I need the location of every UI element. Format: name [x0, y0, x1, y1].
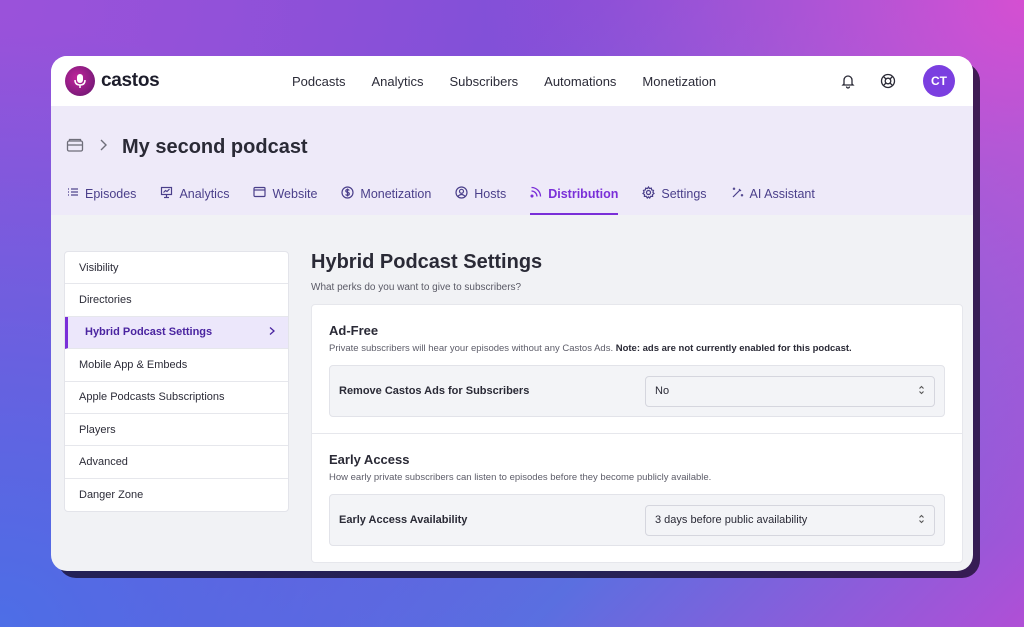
sidebar-item-label: Hybrid Podcast Settings: [85, 326, 213, 339]
list-icon: [67, 186, 79, 201]
early-access-select[interactable]: 3 days before public availability: [645, 504, 935, 536]
remove-ads-label: Remove Castos Ads for Subscribers: [339, 385, 530, 397]
tab-label: Hosts: [474, 186, 507, 201]
nav-subscribers[interactable]: Subscribers: [450, 74, 519, 89]
sidebar-item-players[interactable]: Players: [65, 414, 288, 447]
sidebar-item-directories[interactable]: Directories: [65, 284, 288, 317]
dollar-icon: [341, 185, 355, 202]
page-title: My second podcast: [122, 136, 308, 158]
brand-name: castos: [101, 70, 160, 91]
select-arrows-icon: [918, 514, 925, 527]
main-panel: Hybrid Podcast Settings What perks do yo…: [311, 251, 963, 563]
tab-label: Monetization: [360, 186, 432, 201]
ad-free-note: Note: ads are not currently enabled for …: [615, 343, 852, 354]
sidebar-item-hybrid-podcast-settings[interactable]: Hybrid Podcast Settings: [65, 316, 288, 350]
early-access-label: Early Access Availability: [339, 514, 468, 526]
settings-sidebar: Visibility Directories Hybrid Podcast Se…: [64, 251, 289, 513]
remove-ads-select-value: No: [655, 385, 670, 397]
tab-label: Analytics: [179, 186, 230, 201]
main-nav: Podcasts Analytics Subscribers Automatio…: [292, 56, 742, 106]
ad-free-section: Ad-Free Private subscribers will hear yo…: [312, 305, 962, 434]
breadcrumb: My second podcast: [66, 136, 308, 159]
early-access-section: Early Access How early private subscribe…: [312, 434, 962, 562]
chevron-right-icon: [98, 138, 108, 157]
early-access-title: Early Access: [329, 452, 410, 467]
nav-actions: CT: [837, 65, 955, 97]
tab-label: Website: [272, 186, 318, 201]
podcast-tabs: Episodes Analytics Website Monetization …: [67, 176, 839, 215]
podcast-header: My second podcast Episodes Analytics Web…: [51, 106, 973, 215]
tab-analytics[interactable]: Analytics: [160, 176, 229, 215]
early-access-description: How early private subscribers can listen…: [329, 472, 712, 483]
sidebar-item-apple-podcasts-subscriptions[interactable]: Apple Podcasts Subscriptions: [65, 382, 288, 414]
top-navigation: castos Podcasts Analytics Subscribers Au…: [51, 56, 973, 106]
sidebar-item-danger-zone[interactable]: Danger Zone: [65, 479, 288, 511]
tab-label: Distribution: [548, 186, 619, 201]
tab-label: Episodes: [85, 186, 137, 201]
ad-free-title: Ad-Free: [329, 323, 379, 338]
early-access-field: Early Access Availability 3 days before …: [329, 494, 945, 546]
gear-icon: [642, 185, 656, 202]
sidebar-item-advanced[interactable]: Advanced: [65, 446, 288, 479]
avatar[interactable]: CT: [923, 65, 955, 97]
remove-ads-select[interactable]: No: [645, 375, 935, 407]
tab-hosts[interactable]: Hosts: [455, 176, 506, 215]
tab-distribution[interactable]: Distribution: [530, 176, 619, 215]
chevron-right-icon: [268, 326, 276, 339]
nav-podcasts[interactable]: Podcasts: [292, 74, 345, 89]
nav-monetization[interactable]: Monetization: [642, 74, 716, 89]
browser-icon: [253, 186, 267, 201]
presentation-icon: [160, 186, 173, 202]
select-arrows-icon: [918, 385, 925, 398]
bell-icon[interactable]: [837, 70, 859, 92]
lifebuoy-icon[interactable]: [877, 70, 899, 92]
sidebar-item-label: Directories: [79, 294, 132, 307]
content-area: Visibility Directories Hybrid Podcast Se…: [51, 215, 973, 571]
section-heading: Hybrid Podcast Settings: [311, 251, 543, 273]
sidebar-item-visibility[interactable]: Visibility: [65, 252, 288, 285]
sidebar-item-label: Danger Zone: [79, 488, 144, 501]
tab-settings[interactable]: Settings: [642, 176, 707, 215]
archive-icon[interactable]: [66, 137, 84, 158]
sidebar-item-label: Apple Podcasts Subscriptions: [79, 391, 225, 404]
user-circle-icon: [455, 185, 468, 202]
remove-ads-field: Remove Castos Ads for Subscribers No: [329, 365, 945, 417]
app-window: castos Podcasts Analytics Subscribers Au…: [51, 56, 973, 571]
nav-automations[interactable]: Automations: [544, 74, 616, 89]
tab-label: Settings: [661, 186, 707, 201]
magic-wand-icon: [731, 186, 744, 202]
sidebar-item-label: Visibility: [79, 261, 119, 274]
tab-ai-assistant[interactable]: AI Assistant: [731, 176, 815, 215]
ad-free-description: Private subscribers will hear your episo…: [329, 343, 852, 354]
early-access-select-value: 3 days before public availability: [655, 514, 808, 526]
tab-monetization[interactable]: Monetization: [341, 176, 431, 215]
microphone-icon: [65, 66, 95, 96]
rss-icon: [530, 186, 542, 201]
tab-label: AI Assistant: [749, 186, 815, 201]
settings-card: Ad-Free Private subscribers will hear yo…: [311, 304, 963, 563]
section-subheading: What perks do you want to give to subscr…: [311, 282, 522, 293]
tab-website[interactable]: Website: [253, 176, 317, 215]
sidebar-item-label: Players: [79, 423, 116, 436]
sidebar-item-label: Advanced: [79, 456, 128, 469]
tab-episodes[interactable]: Episodes: [67, 176, 136, 215]
castos-logo[interactable]: castos: [65, 66, 160, 96]
sidebar-item-mobile-app-embeds[interactable]: Mobile App & Embeds: [65, 349, 288, 382]
sidebar-item-label: Mobile App & Embeds: [79, 358, 188, 371]
nav-analytics[interactable]: Analytics: [371, 74, 423, 89]
